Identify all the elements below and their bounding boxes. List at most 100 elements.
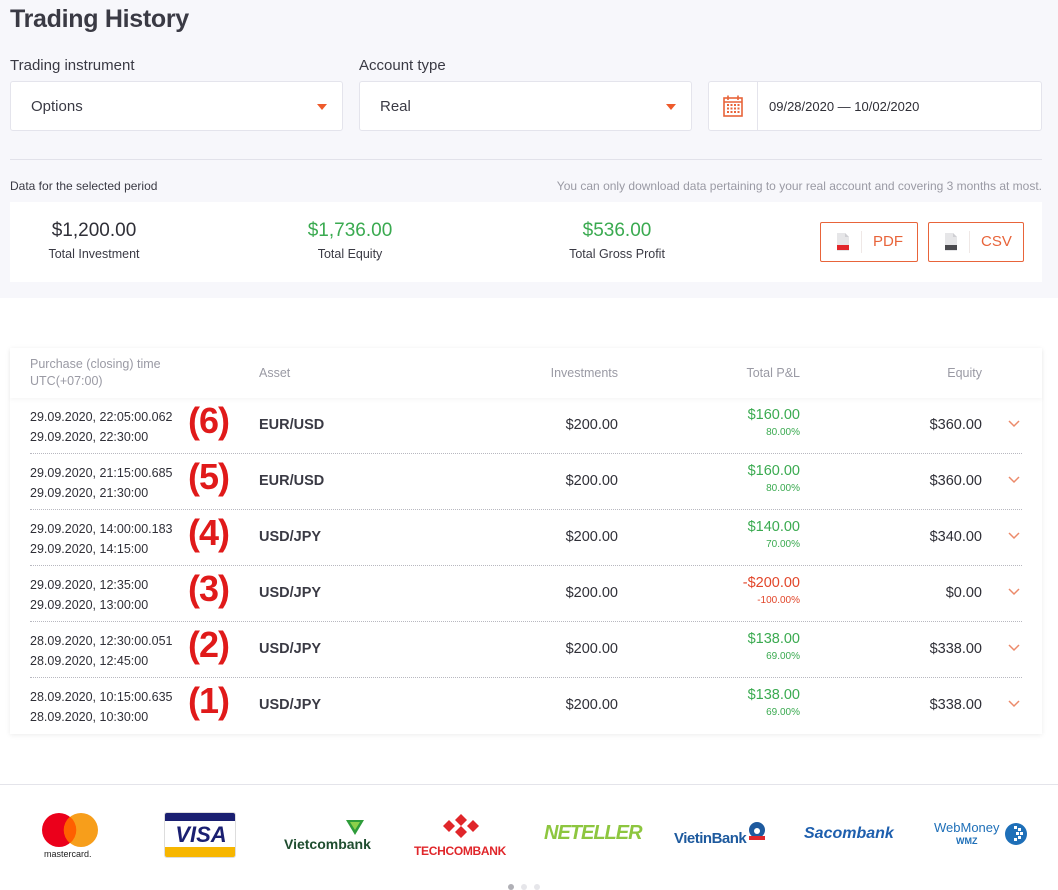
chevron-down-icon[interactable] <box>1008 419 1020 429</box>
pnl-amount: -$200.00 <box>742 575 800 591</box>
row-marker-annotation: (1) <box>188 680 230 721</box>
csv-file-icon <box>945 233 957 251</box>
investment: $200.00 <box>565 473 618 489</box>
download-pdf-button[interactable]: PDF <box>820 222 918 262</box>
pdf-label: PDF <box>873 233 903 250</box>
pnl-percent: -100.00% <box>757 595 800 606</box>
total-gross-profit-amount: $536.00 <box>582 220 652 241</box>
chevron-down-icon[interactable] <box>1008 531 1020 541</box>
csv-label: CSV <box>981 233 1012 250</box>
webmoney-globe-icon <box>1005 823 1027 845</box>
open-time: 28.09.2020, 10:15:00.635 <box>30 690 173 704</box>
mastercard-text: mastercard. <box>44 849 92 859</box>
row-marker-annotation: (4) <box>188 512 230 553</box>
table-row[interactable]: 29.09.2020, 21:15:00.685 29.09.2020, 21:… <box>30 454 1022 510</box>
stat-total-investment: $1,200.00 Total Investment <box>41 220 147 261</box>
carousel-dot-2[interactable] <box>521 884 527 890</box>
date-range-value[interactable]: 09/28/2020 — 10/02/2020 <box>769 99 919 114</box>
techcombank-logo: TECHCOMBANK <box>414 814 508 858</box>
open-time: 29.09.2020, 12:35:00 <box>30 578 149 592</box>
total-equity-caption: Total Equity <box>317 247 383 261</box>
trade-time: 29.09.2020, 22:05:00.062 29.09.2020, 22:… <box>30 407 173 447</box>
vietcombank-text: Vietcombank <box>284 836 371 852</box>
download-csv-button[interactable]: CSV <box>928 222 1024 262</box>
chevron-down-icon[interactable] <box>1008 587 1020 597</box>
calendar-button[interactable] <box>709 82 758 130</box>
asset: USD/JPY <box>259 529 322 545</box>
webmoney-text: WebMoney <box>934 820 1000 835</box>
pnl-amount: $160.00 <box>747 407 800 423</box>
row-marker-annotation: (2) <box>188 624 230 665</box>
total-pnl: $160.00 80.00% <box>748 407 800 438</box>
account-type-select[interactable]: Real <box>359 81 692 131</box>
pnl-percent: 69.00% <box>766 707 800 718</box>
visa-logo: VISA <box>164 812 236 858</box>
equity: $0.00 <box>945 585 982 601</box>
close-time: 29.09.2020, 22:30:00 <box>30 430 149 444</box>
table-row[interactable]: 29.09.2020, 14:00:00.183 29.09.2020, 14:… <box>30 510 1022 566</box>
pnl-percent: 70.00% <box>766 539 800 550</box>
pnl-percent: 69.00% <box>766 651 800 662</box>
stat-total-equity: $1,736.00 Total Equity <box>300 220 400 261</box>
pdf-file-icon <box>837 233 849 251</box>
open-time: 29.09.2020, 22:05:00.062 <box>30 410 173 424</box>
period-label: Data for the selected period <box>10 179 158 193</box>
asset: EUR/USD <box>259 417 325 433</box>
date-range-picker[interactable]: 09/28/2020 — 10/02/2020 <box>708 81 1042 131</box>
investment: $200.00 <box>565 697 618 713</box>
total-investment-amount: $1,200.00 <box>51 220 137 241</box>
carousel-dot-1[interactable] <box>508 884 514 890</box>
open-time: 28.09.2020, 12:30:00.051 <box>30 634 173 648</box>
total-pnl: $138.00 69.00% <box>748 687 800 718</box>
header-time-line2: UTC(+07:00) <box>30 374 103 388</box>
table-row[interactable]: 28.09.2020, 12:30:00.051 28.09.2020, 12:… <box>30 622 1022 678</box>
footer-divider <box>0 784 1058 785</box>
table-row[interactable]: 29.09.2020, 22:05:00.062 29.09.2020, 22:… <box>30 398 1022 454</box>
total-pnl: $160.00 80.00% <box>748 463 800 494</box>
separator <box>969 231 970 253</box>
header-asset: Asset <box>259 366 291 380</box>
sacombank-text: Sacombank <box>804 825 894 842</box>
chevron-down-icon[interactable] <box>1008 699 1020 709</box>
vietcombank-logo: Vietcombank <box>284 818 378 854</box>
chevron-down-icon[interactable] <box>1008 475 1020 485</box>
row-marker-annotation: (5) <box>188 456 230 497</box>
sacombank-logo: Sacombank <box>804 825 900 849</box>
pnl-percent: 80.00% <box>766 483 800 494</box>
page-title: Trading History <box>10 5 189 33</box>
trade-time: 28.09.2020, 12:30:00.051 28.09.2020, 12:… <box>30 631 173 671</box>
header-equity: Equity <box>947 366 982 380</box>
equity: $360.00 <box>929 417 982 433</box>
vietinbank-logo: VietinBank <box>674 822 770 852</box>
table-header: Purchase (closing) time UTC(+07:00) Asse… <box>10 348 1042 398</box>
asset: EUR/USD <box>259 473 325 489</box>
table-row[interactable]: 29.09.2020, 12:35:00 29.09.2020, 13:00:0… <box>30 566 1022 622</box>
trade-time: 29.09.2020, 21:15:00.685 29.09.2020, 21:… <box>30 463 173 503</box>
carousel-dot-3[interactable] <box>534 884 540 890</box>
neteller-text: NETELLER <box>544 822 643 844</box>
equity: $338.00 <box>929 697 982 713</box>
visa-top-band <box>165 813 235 821</box>
divider <box>10 159 1042 160</box>
close-time: 28.09.2020, 10:30:00 <box>30 710 149 724</box>
chevron-down-icon[interactable] <box>1008 643 1020 653</box>
techcombank-text: TECHCOMBANK <box>414 844 507 858</box>
investment: $200.00 <box>565 417 618 433</box>
caret-down-icon <box>666 104 676 110</box>
summary-card: $1,200.00 Total Investment $1,736.00 Tot… <box>10 202 1042 282</box>
close-time: 29.09.2020, 21:30:00 <box>30 486 149 500</box>
stat-total-gross-profit: $536.00 Total Gross Profit <box>558 220 676 261</box>
row-marker-annotation: (3) <box>188 568 230 609</box>
webmoney-logo: WebMoney WMZ <box>934 820 1030 856</box>
instrument-select[interactable]: Options <box>10 81 343 131</box>
table-row[interactable]: 28.09.2020, 10:15:00.635 28.09.2020, 10:… <box>30 678 1022 734</box>
total-pnl: $138.00 69.00% <box>748 631 800 662</box>
caret-down-icon <box>317 104 327 110</box>
header-pnl: Total P&L <box>746 366 800 380</box>
pnl-amount: $160.00 <box>747 463 800 479</box>
filters-panel: Trading History Trading instrument Optio… <box>0 0 1058 298</box>
header-time-line1: Purchase (closing) time <box>30 357 161 371</box>
account-type-label: Account type <box>359 57 446 74</box>
trade-time: 29.09.2020, 12:35:00 29.09.2020, 13:00:0… <box>30 575 148 615</box>
trades-table: Purchase (closing) time UTC(+07:00) Asse… <box>10 348 1042 734</box>
